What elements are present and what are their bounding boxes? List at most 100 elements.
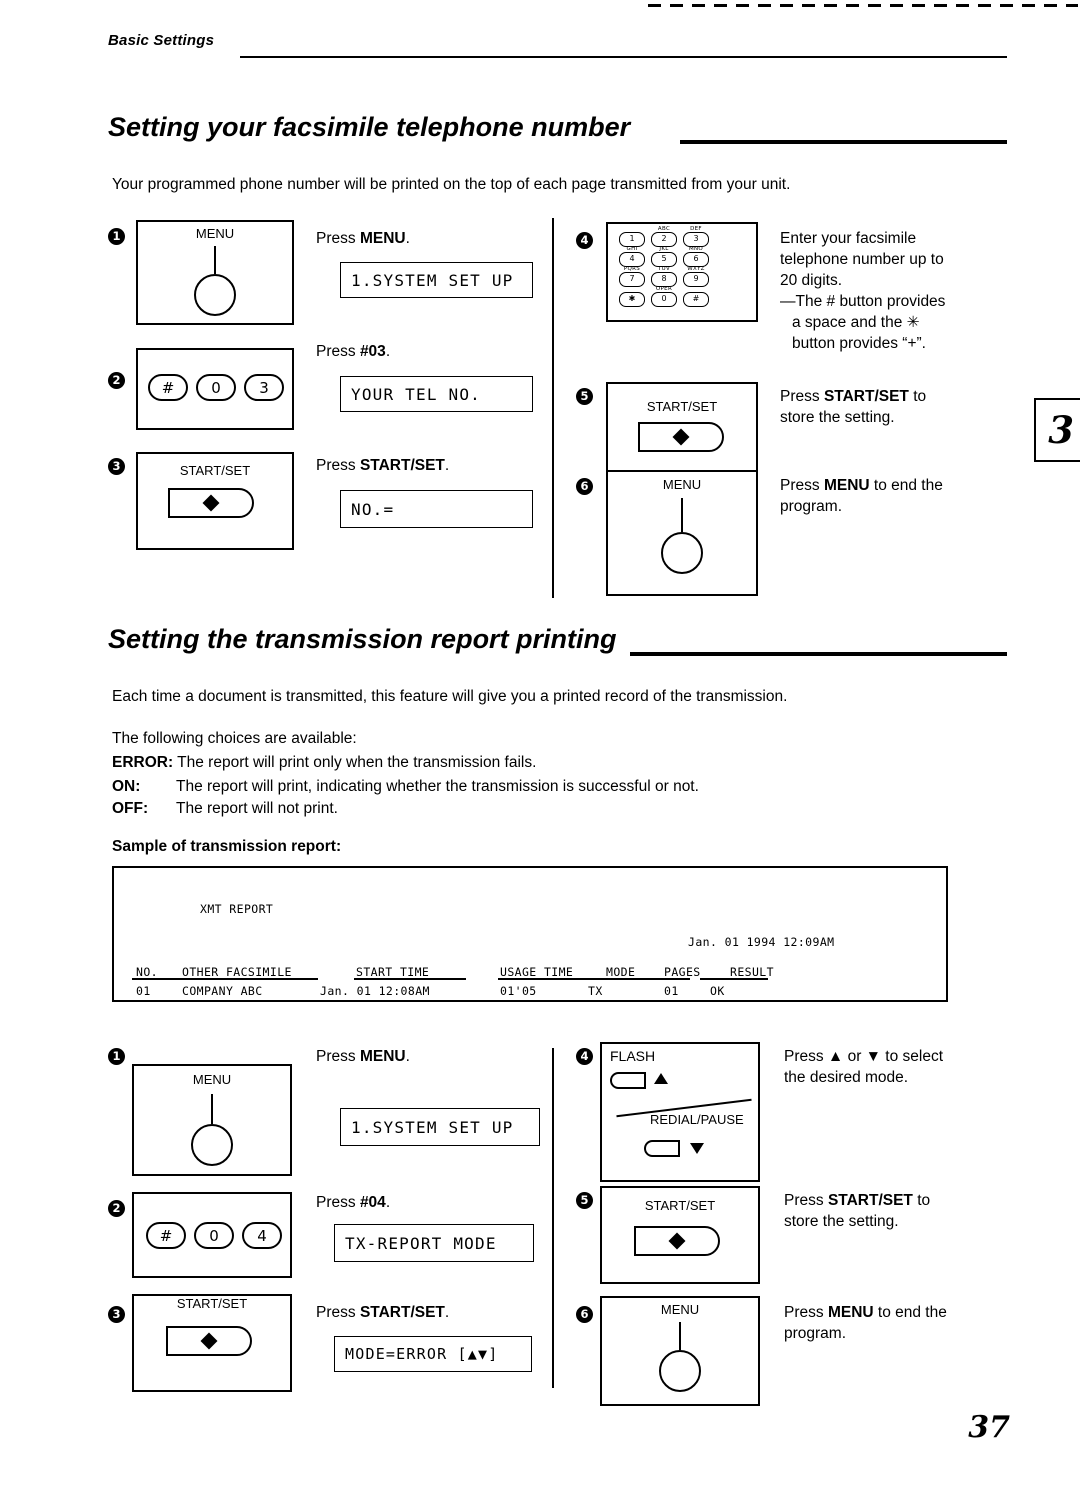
section-rule-2: [630, 652, 1007, 656]
step-number: 6: [576, 478, 593, 495]
lcd-display: 1.SYSTEM SET UP: [340, 1108, 540, 1146]
keypad-sub-pqrs: PQRS: [623, 266, 641, 272]
keypad-sub-mno: MNO: [688, 246, 704, 252]
lcd-display: 1.SYSTEM SET UP: [340, 262, 533, 298]
key-label-redial-pause: REDIAL/PAUSE: [650, 1112, 744, 1127]
report-cell-pages: 01: [664, 984, 679, 998]
key-label-menu: MENU: [195, 226, 235, 241]
sample-heading: Sample of transmission report:: [112, 838, 342, 855]
keypad-key-1[interactable]: 1: [619, 232, 645, 247]
key-label-startset: START/SET: [176, 1296, 248, 1311]
instr-line: Press START/SET to: [780, 388, 927, 405]
step-instruction: Press MENU.: [316, 228, 410, 249]
report-col-no: NO.: [136, 965, 158, 979]
section2-intro: Each time a document is transmitted, thi…: [112, 688, 788, 705]
instr-bold: #04: [359, 1194, 386, 1211]
instr-line: program.: [784, 1325, 847, 1342]
instr-line: Press MENU to end the: [784, 1304, 947, 1321]
page-number: 37: [968, 1410, 1010, 1445]
report-cell-no: 01: [136, 984, 151, 998]
keypad-sub-abc: ABC: [657, 226, 671, 232]
key-3[interactable]: 3: [244, 374, 284, 401]
keypad-key-hash[interactable]: #: [683, 292, 709, 307]
document-page: Basic Settings 3 Setting your facsimile …: [0, 0, 1080, 1506]
keypad-sub-tuv: TUV: [657, 266, 671, 272]
choice-label: ON:: [112, 778, 141, 795]
section-title-2: Setting the transmission report printing: [108, 624, 617, 654]
choice-error: ERROR: The report will print only when t…: [112, 752, 536, 773]
step-number: 3: [108, 458, 125, 475]
key-4[interactable]: 4: [242, 1222, 282, 1249]
step-number: 5: [576, 388, 593, 405]
menu-button-circle: [661, 532, 703, 574]
instr-line: Press ▲ or ▼ to select: [784, 1048, 944, 1065]
lcd-display: NO.=: [340, 490, 533, 528]
step-number: 4: [576, 1048, 593, 1065]
keypad-sub-jkl: JKL: [659, 246, 669, 252]
keypad-key-2[interactable]: 2: [651, 232, 677, 247]
step-number: 5: [576, 1192, 593, 1209]
key-label-flash: FLASH: [610, 1048, 656, 1064]
column-divider-1: [552, 218, 554, 598]
keypad-key-7[interactable]: 7: [619, 272, 645, 287]
choice-off-label: OFF:: [112, 798, 148, 819]
report-col-start: START TIME: [356, 965, 430, 979]
step-number: 2: [108, 1200, 125, 1217]
instr-tail: .: [385, 343, 391, 360]
instr-line: Enter your facsimile: [780, 230, 917, 247]
menu-button-circle: [659, 1350, 701, 1392]
instr-tail: .: [385, 1194, 391, 1211]
instr-tail: .: [444, 457, 450, 474]
instr-line: program.: [780, 498, 843, 515]
keypad-key-5[interactable]: 5: [651, 252, 677, 267]
menu-button-circle: [194, 274, 236, 316]
keypad-key-0[interactable]: 0: [651, 292, 677, 307]
key-hash[interactable]: #: [148, 374, 188, 401]
report-underline: [354, 978, 466, 980]
report-col-pages: PAGES: [664, 965, 701, 979]
choice-label: OFF:: [112, 800, 149, 817]
step-number: 4: [576, 232, 593, 249]
key-hash[interactable]: #: [146, 1222, 186, 1249]
report-underline: [180, 978, 318, 980]
step-instruction: Press START/SET.: [316, 1302, 449, 1323]
choice-off-text: The report will not print.: [176, 800, 338, 817]
key-label-menu: MENU: [662, 477, 702, 492]
column-divider-2: [552, 1048, 554, 1388]
instr-tail: .: [405, 1048, 410, 1065]
step-instruction: Press MENU to end the program.: [784, 1302, 947, 1344]
keypad-key-3[interactable]: 3: [683, 232, 709, 247]
keypad-key-8[interactable]: 8: [651, 272, 677, 287]
instr-text: Press: [316, 1048, 360, 1065]
step-number: 6: [576, 1306, 593, 1323]
step-instruction: Press MENU.: [316, 1046, 410, 1067]
report-cell-result: OK: [710, 984, 725, 998]
menu-button-circle: [191, 1124, 233, 1166]
flash-button[interactable]: [610, 1072, 646, 1089]
report-title: XMT REPORT: [200, 902, 274, 916]
report-datetime: Jan. 01 1994 12:09AM: [688, 935, 835, 949]
choice-on-label: ON:: [112, 776, 140, 797]
key-label-menu: MENU: [660, 1302, 700, 1317]
lcd-display: MODE=ERROR [▲▼]: [334, 1336, 532, 1372]
instr-bold: START/SET: [359, 1304, 445, 1321]
key-0[interactable]: 0: [196, 374, 236, 401]
report-underline: [700, 978, 768, 980]
step-instruction: Press #04.: [316, 1192, 390, 1213]
section-rule-1: [680, 140, 1007, 144]
key-stem: [214, 246, 216, 274]
keypad-sub-oper: OPER: [655, 286, 673, 292]
redial-pause-button[interactable]: [644, 1140, 680, 1157]
instr-line: Press START/SET to: [784, 1192, 931, 1209]
step-instruction: Press START/SET.: [316, 455, 449, 476]
keypad-key-6[interactable]: 6: [683, 252, 709, 267]
keypad-key-star[interactable]: ✱: [619, 292, 645, 307]
keypad-sub-wxyz: WXYZ: [687, 266, 705, 272]
up-arrow-icon: [654, 1073, 668, 1084]
step-number: 1: [108, 1048, 125, 1065]
keypad-key-4[interactable]: 4: [619, 252, 645, 267]
key-stem: [211, 1094, 213, 1124]
key-0[interactable]: 0: [194, 1222, 234, 1249]
sample-report-box: [112, 866, 948, 1002]
keypad-key-9[interactable]: 9: [683, 272, 709, 287]
